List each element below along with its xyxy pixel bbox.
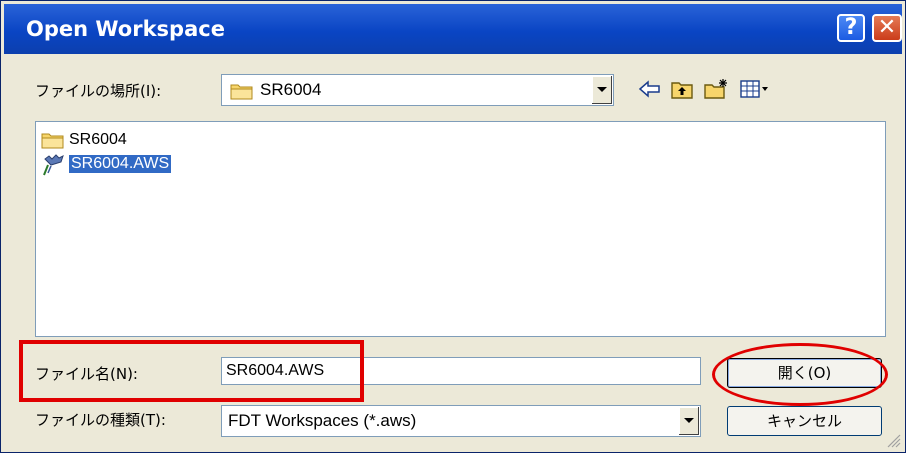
cancel-button[interactable]: キャンセル — [727, 406, 882, 436]
file-list[interactable]: SR6004 SR6004.AWS — [35, 121, 886, 337]
back-arrow-icon[interactable] — [637, 78, 663, 100]
help-button[interactable]: ? — [837, 14, 865, 42]
file-type-dropdown-button[interactable] — [678, 407, 699, 435]
list-item-label: SR6004.AWS — [67, 154, 173, 174]
file-type-label: ファイルの種類(T): — [35, 411, 166, 429]
highlight-rectangle-annotation — [19, 340, 364, 402]
file-type-value: FDT Workspaces (*.aws) — [228, 411, 417, 430]
dialog-title: Open Workspace — [26, 17, 225, 41]
file-type-dropdown[interactable]: FDT Workspaces (*.aws) — [221, 405, 701, 437]
folder-icon — [41, 133, 64, 149]
highlight-ellipse-annotation — [712, 343, 888, 406]
look-in-label: ファイルの場所(I): — [35, 82, 162, 100]
resize-grip-icon[interactable] — [887, 434, 901, 448]
title-bar[interactable]: Open Workspace ? ✕ — [4, 4, 902, 54]
close-button[interactable]: ✕ — [872, 14, 902, 42]
look-in-value: SR6004 — [260, 80, 322, 99]
look-in-dropdown[interactable]: SR6004 — [221, 74, 614, 106]
up-folder-icon[interactable] — [669, 78, 695, 100]
workspace-file-icon — [43, 154, 64, 176]
look-in-dropdown-button[interactable] — [591, 76, 612, 104]
list-item-label: SR6004 — [69, 131, 127, 148]
new-folder-icon[interactable] — [703, 78, 729, 100]
folder-icon — [230, 84, 253, 100]
view-menu-icon[interactable] — [739, 78, 769, 100]
